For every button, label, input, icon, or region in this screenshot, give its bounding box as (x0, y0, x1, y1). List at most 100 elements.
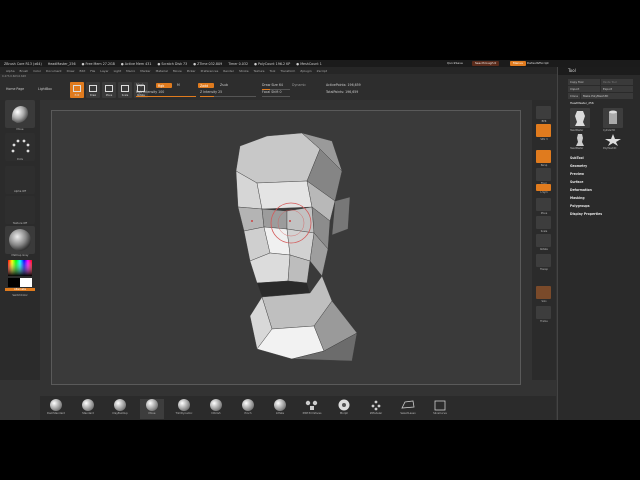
import-button[interactable]: Import (568, 86, 600, 92)
floor-button[interactable] (536, 168, 551, 181)
scale-button[interactable]: Scale (118, 82, 132, 98)
see-through-slider[interactable]: See-through 0 (472, 61, 500, 66)
z-intensity-slider[interactable]: Z Intensity 25 (200, 90, 222, 94)
m-button[interactable]: M (177, 83, 180, 87)
color-picker[interactable] (6, 258, 34, 287)
brush-move[interactable]: Move (140, 399, 164, 419)
brush-selector[interactable] (5, 100, 35, 128)
menu-alpha[interactable]: Alpha (6, 69, 15, 73)
menu-render[interactable]: Render (223, 69, 234, 73)
brush-claybuildup[interactable]: ClayBuildup (108, 399, 132, 419)
letterbox-bottom (0, 420, 640, 480)
tool-thumb-cylinder[interactable] (603, 108, 623, 128)
default-zscript-button[interactable]: DefaultZScript (524, 61, 552, 66)
zsub-button[interactable]: Zsub (220, 83, 228, 87)
tool-thumb-headmaster-small[interactable] (570, 133, 590, 147)
scale-view-button[interactable] (536, 216, 551, 229)
brush-trimdynamic[interactable]: TrimDynamic (172, 399, 196, 419)
move-button[interactable]: Move (102, 82, 116, 98)
rotate-view-button[interactable] (536, 234, 551, 247)
copy-tool-button[interactable]: Copy Tool (568, 79, 600, 85)
persp-button[interactable] (536, 150, 551, 163)
lightbox-button[interactable]: LightBox (38, 87, 52, 91)
polygroups-section[interactable]: Polygroups (570, 204, 590, 208)
current-tool-name[interactable]: HeadMaster_256 (568, 100, 633, 106)
menu-zplugin[interactable]: Zplugin (300, 69, 311, 73)
menu-color[interactable]: Color (33, 69, 41, 73)
display-properties-section[interactable]: Display Properties (570, 212, 602, 216)
subtool-section[interactable]: SubTool (570, 156, 584, 160)
brush-inflate[interactable]: Inflate (268, 399, 292, 419)
brush-zmodeler[interactable]: ZModeler (364, 399, 388, 419)
imm-primitives-label: IMM Primitives (302, 412, 322, 415)
menu-macro[interactable]: Macro (126, 69, 135, 73)
menu-document[interactable]: Document (46, 69, 62, 73)
coords-readout: 0.473,0.603,0.628 (2, 75, 26, 78)
menu-zscript[interactable]: Zscript (317, 69, 327, 73)
home-page-button[interactable]: Home Page (6, 87, 24, 91)
lsym-button[interactable] (536, 184, 551, 191)
masking-section[interactable]: Masking (570, 196, 585, 200)
tool-palette-title[interactable]: Tool (558, 67, 640, 75)
menu-draw[interactable]: Draw (67, 69, 75, 73)
brush-imm-primitives[interactable]: IMM Primitives (300, 399, 324, 419)
paste-tool-button[interactable]: Paste Tool (601, 79, 633, 85)
menu-light[interactable]: Light (114, 69, 122, 73)
menu-stroke[interactable]: Stroke (239, 69, 249, 73)
clone-button[interactable]: Clone (568, 93, 580, 99)
draw-button[interactable]: Draw (86, 82, 100, 98)
claybuildup-label: ClayBuildup (112, 412, 128, 415)
menu-movie[interactable]: Movie (173, 69, 182, 73)
menu-marker[interactable]: Marker (140, 69, 150, 73)
brush-damstandard[interactable]: DamStandard (44, 399, 68, 419)
document-viewport[interactable] (51, 110, 521, 385)
menu-transform[interactable]: Transform (280, 69, 295, 73)
switch-color-button[interactable]: SwitchColor (0, 294, 40, 297)
bpr-button[interactable] (536, 106, 551, 119)
menu-picker[interactable]: Picker (187, 69, 196, 73)
menu-brush[interactable]: Brush (20, 69, 29, 73)
focal-shift-slider[interactable]: Focal Shift 0 (262, 90, 282, 94)
tool-thumb-polymesh[interactable] (603, 133, 623, 147)
material-selector[interactable] (5, 226, 35, 254)
brush-selectlasso[interactable]: SelectLasso (396, 399, 420, 419)
head-model[interactable] (52, 111, 522, 386)
stroke-selector[interactable] (5, 133, 35, 161)
make-polymesh-button[interactable]: Make PolyMesh3D (581, 93, 633, 99)
menu-texture[interactable]: Texture (254, 69, 265, 73)
draw-size-slider[interactable]: Draw Size 64 (262, 83, 283, 87)
texture-selector[interactable] (5, 196, 35, 224)
tool-thumb-headmaster[interactable] (570, 108, 590, 128)
brush-hpolish[interactable]: hPolish (204, 399, 228, 419)
menu-preferences[interactable]: Preferences (201, 69, 219, 73)
brush-pinch[interactable]: Pinch (236, 399, 260, 419)
menu-material[interactable]: Material (156, 69, 168, 73)
focal-shift-track[interactable] (262, 96, 290, 97)
alternate-button[interactable]: Alternate (5, 288, 35, 291)
menu-file[interactable]: File (90, 69, 95, 73)
spix-button[interactable] (536, 124, 551, 137)
preview-section[interactable]: Preview (570, 172, 584, 176)
deformation-section[interactable]: Deformation (570, 188, 592, 192)
quicksave-button[interactable]: QuickSave (444, 61, 466, 66)
transp-button[interactable] (536, 254, 551, 267)
edit-button[interactable]: Edit (70, 82, 84, 98)
surface-section[interactable]: Surface (570, 180, 583, 184)
dynamic-toggle[interactable]: Dynamic (292, 83, 306, 87)
geometry-section[interactable]: Geometry (570, 164, 587, 168)
menu-edit[interactable]: Edit (79, 69, 85, 73)
frame-button[interactable] (536, 306, 551, 319)
brush-slicecurve[interactable]: SliceCurve (428, 399, 452, 419)
menu-layer[interactable]: Layer (100, 69, 108, 73)
move-view-button[interactable] (536, 198, 551, 211)
rgb-intensity-slider[interactable]: Rgb Intensity 100 (136, 90, 164, 94)
transp-label: Transp (540, 268, 548, 271)
mrgb-button[interactable]: Mrgb (136, 83, 144, 87)
solo-button[interactable] (536, 286, 551, 299)
edit-label: Edit (74, 94, 80, 97)
brush-standard[interactable]: Standard (76, 399, 100, 419)
menu-tool[interactable]: Tool (270, 69, 276, 73)
brush-morph[interactable]: Morph (332, 399, 356, 419)
active-mem: ● Active Mem 431 (120, 61, 152, 66)
export-button[interactable]: Export (601, 86, 633, 92)
